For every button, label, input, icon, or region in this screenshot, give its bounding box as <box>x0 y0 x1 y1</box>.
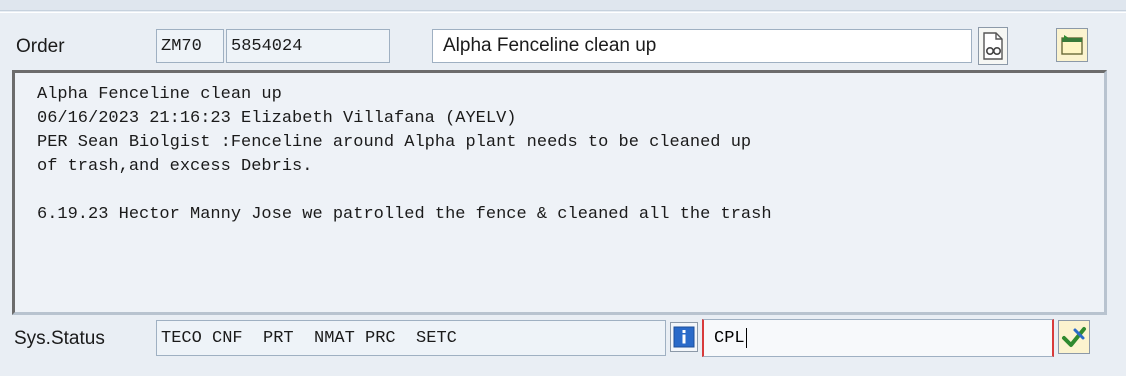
order-description-field[interactable]: Alpha Fenceline clean up <box>432 29 972 63</box>
display-long-text-icon[interactable] <box>978 27 1008 65</box>
user-status-value: CPL <box>714 328 745 348</box>
long-text-area[interactable]: Alpha Fenceline clean up 06/16/2023 21:1… <box>12 70 1107 315</box>
sys-status-field[interactable]: TECO CNF PRT NMAT PRC SETC <box>156 320 666 356</box>
info-icon[interactable] <box>670 322 698 352</box>
long-text-line: 6.19.23 Hector Manny Jose we patrolled t… <box>37 205 772 224</box>
navigate-icon[interactable] <box>1056 28 1088 62</box>
long-text-line <box>37 179 1104 203</box>
long-text-line: 06/16/2023 21:16:23 Elizabeth Villafana … <box>37 109 517 128</box>
text-cursor <box>745 328 747 348</box>
top-toolbar-edge <box>0 0 1126 11</box>
sys-status-label: Sys.Status <box>14 328 105 349</box>
long-text-line: PER Sean Biolgist :Fenceline around Alph… <box>37 133 752 152</box>
order-number-field[interactable]: 5854024 <box>226 29 390 63</box>
order-label: Order <box>16 36 65 57</box>
order-type-field[interactable]: ZM70 <box>156 29 224 63</box>
user-status-field[interactable]: CPL <box>702 319 1054 357</box>
top-divider <box>0 12 1126 13</box>
long-text-line: of trash,and excess Debris. <box>37 157 313 176</box>
long-text-line: Alpha Fenceline clean up <box>37 85 282 104</box>
confirm-check-icon[interactable] <box>1058 320 1090 354</box>
